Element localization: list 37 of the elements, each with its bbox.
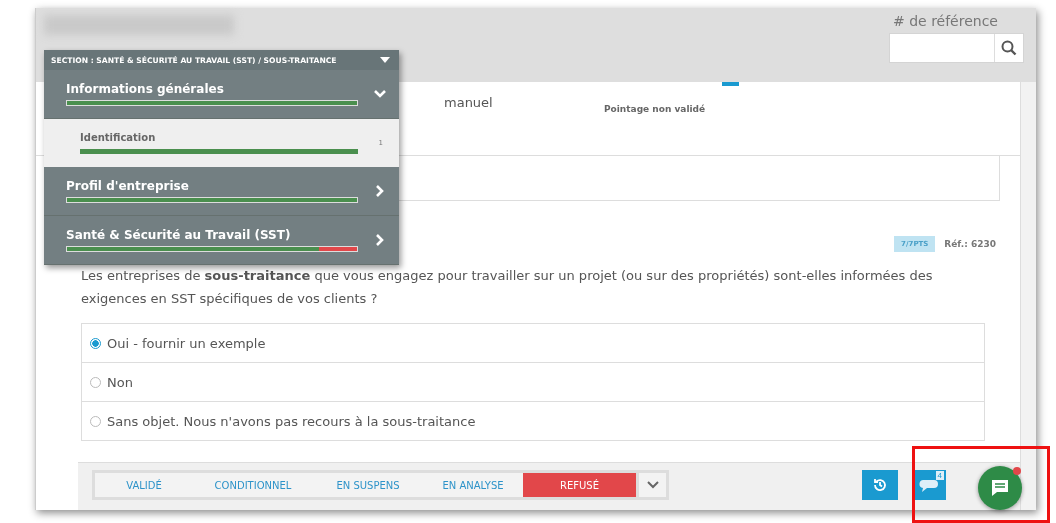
reference-search-field[interactable] (889, 33, 1024, 63)
caret-icon (380, 57, 390, 63)
comment-count: 4 (935, 471, 944, 480)
radio-button[interactable] (90, 376, 101, 388)
score-tag (722, 82, 739, 86)
submenu-label: Identification (80, 132, 157, 143)
menu-item-label: Informations générales (66, 82, 225, 96)
option-label: Non (107, 374, 133, 390)
menu-item-label: Profil d'entreprise (66, 179, 190, 193)
answer-option[interactable]: Oui - fournir un exemple (82, 324, 984, 363)
summary-text: manuel (444, 95, 493, 110)
menu-item-label: Santé & Sécurité au Travail (SST) (66, 228, 292, 242)
reference-number: Réf.: 6230 (944, 239, 996, 249)
radio-button[interactable] (90, 337, 101, 349)
chat-icon (990, 478, 1010, 498)
status-tab[interactable]: REFUSÉ (523, 473, 636, 497)
status-tab[interactable]: VALIDÉ (95, 473, 193, 497)
question-text: Les entreprises de sous-traitance que vous engagez pour travailler sur un projet (ou sur des propriétés) sont-elles informées des exigences en SST spécifiques de vos clients ? (81, 267, 934, 308)
menu-item[interactable]: Santé & Sécurité au Travail (SST) (44, 216, 399, 265)
menu-item[interactable]: Profil d'entreprise (44, 167, 399, 216)
speech-bubbles-icon (918, 477, 940, 493)
option-label: Oui - fournir un exemple (107, 335, 266, 351)
reference-label: # de référence (892, 13, 998, 29)
radio-button[interactable] (90, 415, 101, 427)
answer-option[interactable]: Non (82, 363, 984, 402)
search-icon (1001, 40, 1017, 56)
answer-option[interactable]: Sans objet. Nous n'avons pas recours à la sous-traitance (82, 402, 984, 440)
history-button[interactable] (862, 470, 898, 500)
history-icon (872, 477, 888, 493)
scrollbar-track[interactable] (1020, 82, 1036, 510)
dropdown-button[interactable] (636, 473, 666, 497)
score-status: Pointage non validé (604, 104, 706, 114)
status-tab[interactable]: EN SUSPENS (313, 473, 423, 497)
status-tab[interactable]: CONDITIONNEL (193, 473, 313, 497)
option-label: Sans objet. Nous n'avons pas recours à la sous-traitance (107, 413, 476, 429)
chevron-down-icon (646, 481, 659, 489)
status-tab[interactable]: EN ANALYSE (423, 473, 523, 497)
